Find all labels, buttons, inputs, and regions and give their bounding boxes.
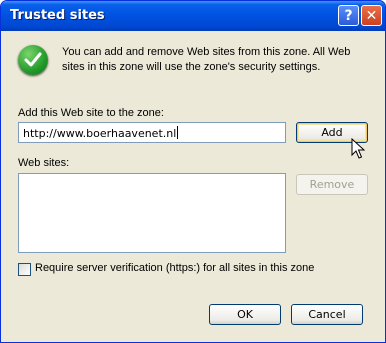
https-verification-checkbox[interactable] (18, 263, 31, 276)
mouse-pointer-icon (351, 138, 365, 159)
site-url-input[interactable]: http://www.boerhaavenet.nl (18, 122, 286, 143)
add-site-label: Add this Web site to the zone: (18, 107, 164, 119)
web-sites-label: Web sites: (18, 157, 70, 169)
window-title: Trusted sites (10, 8, 105, 23)
help-button[interactable]: ? (338, 5, 359, 26)
close-button[interactable]: ✕ (361, 5, 382, 26)
trusted-sites-dialog: Trusted sites ? ✕ You can add and remove… (0, 0, 386, 343)
web-sites-list[interactable] (18, 173, 286, 253)
ok-button[interactable]: OK (209, 304, 281, 325)
title-bar[interactable]: Trusted sites ? ✕ (1, 1, 385, 31)
remove-button[interactable]: Remove (296, 174, 368, 195)
checkmark-icon (18, 45, 48, 75)
help-icon: ? (344, 7, 353, 24)
info-text: You can add and remove Web sites from th… (62, 46, 351, 73)
close-icon: ✕ (365, 7, 378, 24)
cancel-button[interactable]: Cancel (291, 304, 363, 325)
https-verification-label[interactable]: Require server verification (https:) for… (35, 262, 314, 274)
site-url-value: http://www.boerhaavenet.nl (23, 127, 177, 140)
text-cursor (177, 126, 179, 139)
